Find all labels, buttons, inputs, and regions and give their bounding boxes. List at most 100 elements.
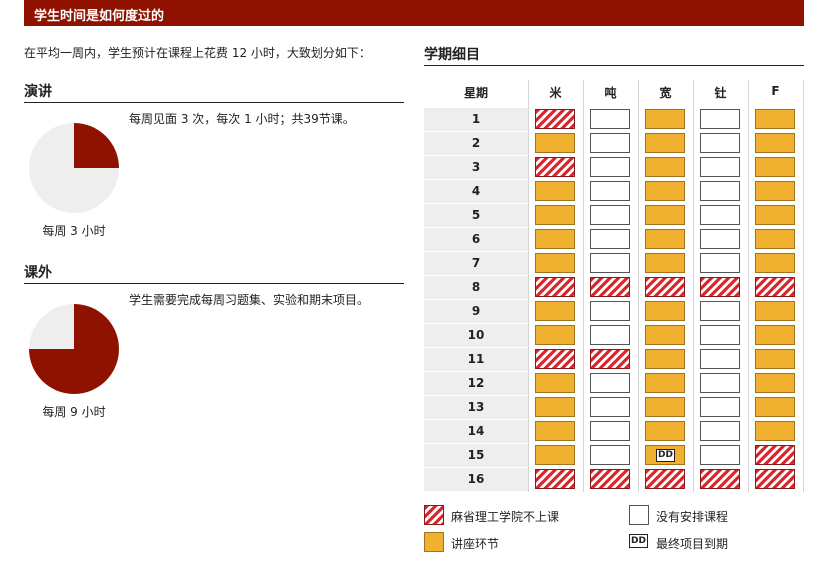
- legend-dd-label: 最终项目到期: [656, 537, 729, 551]
- no-mit-cell: [645, 469, 685, 489]
- lecture-cell: [535, 229, 575, 249]
- schedule-heading: 学期细目: [424, 47, 480, 63]
- empty-cell: [590, 325, 630, 345]
- empty-cell: [700, 253, 740, 273]
- no-mit-cell: [755, 277, 795, 297]
- lecture-cell: [755, 421, 795, 441]
- lecture-cell: [755, 205, 795, 225]
- schedule-week-number: 7: [424, 252, 528, 275]
- schedule-week-number: 8: [424, 276, 528, 299]
- lecture-cell: [535, 205, 575, 225]
- intro-text: 在平均一周内，学生预计在课程上花费 12 小时，大致划分如下：: [24, 46, 371, 60]
- legend-no-mit-label: 麻省理工学院不上课: [451, 510, 560, 524]
- schedule-week-number: 14: [424, 420, 528, 443]
- lecture-cell: [645, 229, 685, 249]
- legend-no-mit-swatch: [424, 505, 444, 525]
- legend-none-label: 没有安排课程: [656, 510, 729, 524]
- schedule-divider: [424, 65, 804, 66]
- empty-cell: [590, 445, 630, 465]
- lectures-pie-slice: [74, 123, 119, 168]
- lecture-cell: [755, 253, 795, 273]
- schedule-grid: 星期米吨宽钍 F 1 2 3 4 5 6 7 8 9 10 11 12 13 14 15 DD 16: [424, 80, 804, 492]
- schedule-column-divider: [748, 80, 749, 492]
- schedule-week-number: 11: [424, 348, 528, 371]
- empty-cell: [700, 181, 740, 201]
- no-mit-cell: [535, 109, 575, 129]
- header-banner: 学生时间是如何度过的: [24, 0, 804, 26]
- lecture-cell: [755, 397, 795, 417]
- empty-cell: [700, 349, 740, 369]
- no-mit-cell: [535, 157, 575, 177]
- no-mit-cell: [755, 445, 795, 465]
- empty-cell: [700, 301, 740, 321]
- lecture-cell: [535, 301, 575, 321]
- no-mit-cell: [700, 277, 740, 297]
- schedule-week-number: 9: [424, 300, 528, 323]
- no-mit-cell: [535, 277, 575, 297]
- schedule-week-number: 2: [424, 132, 528, 155]
- lecture-cell: [755, 349, 795, 369]
- schedule-header-week: 星期: [463, 86, 488, 100]
- outside-pie-caption: 每周 9 小时: [42, 405, 106, 419]
- empty-cell: [590, 373, 630, 393]
- lecture-cell: [645, 109, 685, 129]
- empty-cell: [590, 133, 630, 153]
- lectures-pie-caption: 每周 3 小时: [42, 224, 106, 238]
- empty-cell: [590, 205, 630, 225]
- lecture-cell: [645, 157, 685, 177]
- lectures-divider: [24, 102, 404, 103]
- outside-divider: [24, 283, 404, 284]
- lecture-cell: [535, 373, 575, 393]
- empty-cell: [590, 181, 630, 201]
- empty-cell: [700, 421, 740, 441]
- empty-cell: [700, 397, 740, 417]
- outside-description: 学生需要完成每周习题集、实验和期末项目。: [129, 293, 370, 307]
- deadline-mark: DD: [656, 449, 675, 462]
- no-mit-cell: [590, 469, 630, 489]
- deadline-cell: DD: [645, 445, 685, 465]
- lecture-cell: [535, 181, 575, 201]
- empty-cell: [590, 229, 630, 249]
- schedule-week-number: 13: [424, 396, 528, 419]
- lecture-cell: [535, 253, 575, 273]
- schedule-header-day: 吨: [604, 86, 617, 100]
- lecture-cell: [645, 373, 685, 393]
- schedule-week-number: 6: [424, 228, 528, 251]
- schedule-week-number: 15: [424, 444, 528, 467]
- lecture-cell: [645, 181, 685, 201]
- lecture-cell: [755, 133, 795, 153]
- empty-cell: [590, 253, 630, 273]
- schedule-week-number: 5: [424, 204, 528, 227]
- lecture-cell: [535, 325, 575, 345]
- outside-heading: 课外: [24, 265, 52, 281]
- schedule-column-divider: [583, 80, 584, 492]
- schedule-column-divider: [693, 80, 694, 492]
- legend-lecture-label: 讲座环节: [451, 537, 500, 551]
- no-mit-cell: [590, 349, 630, 369]
- lecture-cell: [645, 133, 685, 153]
- no-mit-cell: [590, 277, 630, 297]
- legend-none-swatch: [629, 505, 649, 525]
- no-mit-cell: [645, 277, 685, 297]
- empty-cell: [590, 301, 630, 321]
- lecture-cell: [755, 181, 795, 201]
- schedule-week-number: 16: [424, 468, 528, 491]
- lecture-cell: [535, 421, 575, 441]
- empty-cell: [700, 445, 740, 465]
- page-title: 学生时间是如何度过的: [34, 9, 165, 24]
- schedule-header-day: 宽: [659, 86, 672, 100]
- no-mit-cell: [700, 469, 740, 489]
- empty-cell: [700, 205, 740, 225]
- empty-cell: [590, 421, 630, 441]
- schedule-column-divider: [638, 80, 639, 492]
- schedule-column-divider: [803, 80, 804, 492]
- lecture-cell: [645, 349, 685, 369]
- lecture-cell: [755, 229, 795, 249]
- empty-cell: [700, 229, 740, 249]
- lecture-cell: [645, 397, 685, 417]
- empty-cell: [700, 133, 740, 153]
- lecture-cell: [645, 253, 685, 273]
- schedule-week-number: 3: [424, 156, 528, 179]
- lecture-cell: [755, 373, 795, 393]
- lecture-cell: [535, 445, 575, 465]
